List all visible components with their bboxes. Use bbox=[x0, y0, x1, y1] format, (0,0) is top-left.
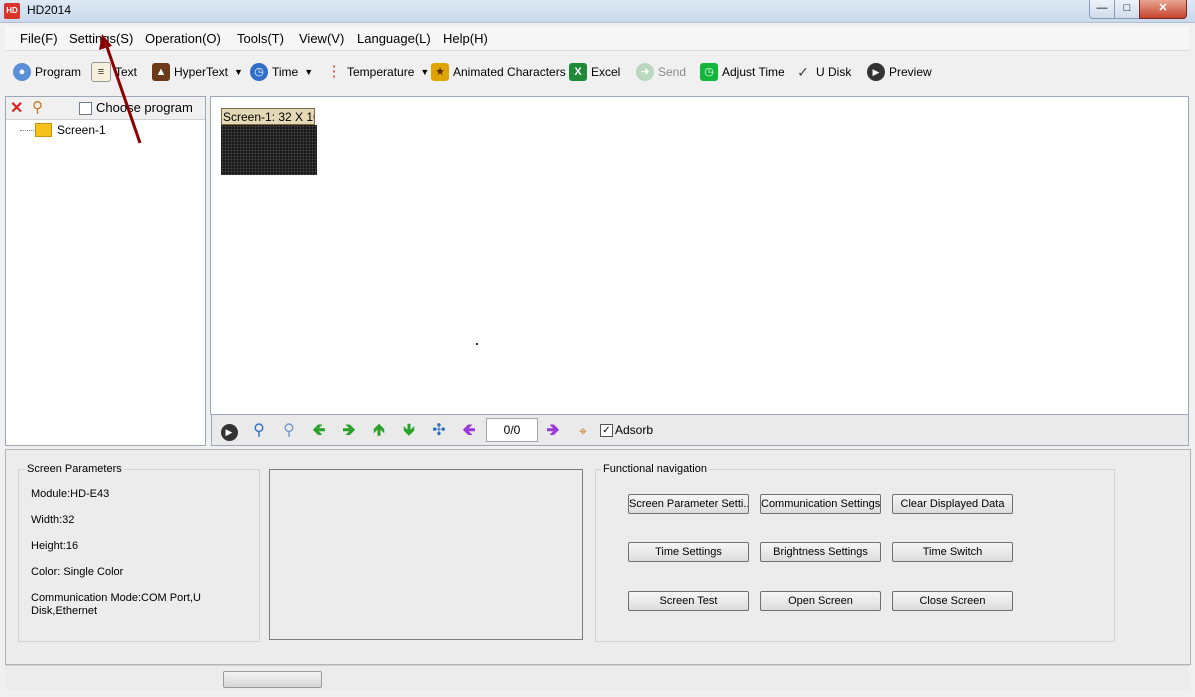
time-switch-button[interactable]: Time Switch bbox=[892, 542, 1013, 562]
window-title: HD2014 bbox=[27, 3, 72, 17]
arrow-up-icon[interactable]: 🡹 bbox=[368, 420, 390, 442]
program-label: Program bbox=[35, 65, 82, 79]
close-button[interactable]: ✕ bbox=[1139, 0, 1187, 19]
menu-operation[interactable]: Operation(O) bbox=[145, 31, 221, 46]
color-param: Color: Single Color bbox=[31, 566, 124, 578]
canvas-area[interactable] bbox=[210, 96, 1189, 415]
communication-settings-button[interactable]: Communication Settings bbox=[760, 494, 881, 514]
chevron-down-icon[interactable]: ▼ bbox=[420, 67, 429, 77]
previous-page-icon[interactable]: 🡸 bbox=[458, 420, 480, 442]
time-label: Time bbox=[272, 65, 299, 79]
animated-label: Animated Characters bbox=[453, 65, 566, 79]
temperature-label: Temperature bbox=[347, 65, 415, 79]
play-icon: ▶ bbox=[867, 63, 885, 81]
functional-navigation-title: Functional navigation bbox=[601, 463, 709, 475]
annotation-arrow bbox=[99, 34, 142, 144]
status-bar bbox=[5, 665, 1189, 690]
menu-help[interactable]: Help(H) bbox=[443, 31, 488, 46]
open-screen-button[interactable]: Open Screen bbox=[760, 591, 881, 611]
screen-test-button[interactable]: Screen Test bbox=[628, 591, 749, 611]
excel-icon: X bbox=[569, 63, 587, 81]
navigation-bar: ▶ ⚲ ⚲ 🡸 🡺 🡹 🡻 ✣ 🡸 0/0 🡺 ⌖ ✓ Adsorb bbox=[211, 414, 1189, 446]
menu-bar: File(F) Settings(S) Operation(O) Tools(T… bbox=[5, 26, 1189, 51]
program-icon: ● bbox=[13, 63, 31, 81]
adsorb-checkbox[interactable]: ✓ bbox=[600, 424, 613, 437]
arrow-down-icon[interactable]: 🡻 bbox=[398, 420, 420, 442]
play-icon[interactable]: ▶ bbox=[218, 420, 240, 442]
arrow-right-icon[interactable]: 🡺 bbox=[338, 420, 360, 442]
preview-label: Preview bbox=[889, 65, 932, 79]
adjust-time-icon: ◷ bbox=[700, 63, 718, 81]
page-counter: 0/0 bbox=[486, 418, 538, 442]
adjust-time-button[interactable]: ◷ Adjust Time bbox=[700, 63, 785, 81]
chevron-down-icon[interactable]: ▼ bbox=[304, 67, 313, 77]
menu-tools[interactable]: Tools(T) bbox=[237, 31, 284, 46]
width-param: Width:32 bbox=[31, 514, 75, 526]
communication-mode-param: Communication Mode:COM Port,U Disk,Ether… bbox=[31, 592, 201, 617]
send-button[interactable]: ➜ Send bbox=[636, 63, 686, 81]
screen-parameter-settings-button[interactable]: Screen Parameter Setti... bbox=[628, 494, 749, 514]
zoom-in-icon[interactable]: ⚲ bbox=[248, 420, 270, 442]
target-icon[interactable]: ⌖ bbox=[572, 420, 594, 442]
module-param: Module:HD-E43 bbox=[31, 488, 110, 500]
led-screen-preview[interactable] bbox=[221, 125, 317, 175]
preview-box bbox=[269, 469, 583, 640]
annotation-arrow-line bbox=[104, 43, 142, 144]
udisk-button[interactable]: ✓ U Disk bbox=[794, 63, 851, 81]
menu-language[interactable]: Language(L) bbox=[357, 31, 431, 46]
screen-icon bbox=[35, 123, 52, 137]
clear-displayed-data-button[interactable]: Clear Displayed Data bbox=[892, 494, 1013, 514]
arrow-left-icon[interactable]: 🡸 bbox=[308, 420, 330, 442]
minimize-button[interactable]: — bbox=[1089, 0, 1115, 19]
hypertext-button[interactable]: ▲ HyperText ▼ bbox=[152, 63, 243, 81]
udisk-label: U Disk bbox=[816, 65, 852, 79]
animated-characters-icon: ★ bbox=[431, 63, 449, 81]
horizontal-scrollbar[interactable] bbox=[223, 671, 322, 688]
tree-connector bbox=[20, 130, 34, 131]
move-icon[interactable]: ✣ bbox=[428, 420, 450, 442]
hypertext-icon: ▲ bbox=[152, 63, 170, 81]
chevron-down-icon[interactable]: ▼ bbox=[234, 67, 243, 77]
program-button[interactable]: ● Program bbox=[13, 63, 81, 81]
animated-characters-button[interactable]: ★ Animated Characters bbox=[431, 63, 566, 81]
time-settings-button[interactable]: Time Settings bbox=[628, 542, 749, 562]
temperature-button[interactable]: ⋮ Temperature ▼ bbox=[325, 63, 430, 81]
canvas-dot bbox=[476, 343, 478, 345]
excel-label: Excel bbox=[591, 65, 621, 79]
screen-parameters-title: Screen Parameters bbox=[25, 463, 124, 475]
send-label: Send bbox=[658, 65, 687, 79]
time-button[interactable]: ◷ Time ▼ bbox=[250, 63, 313, 81]
search-icon[interactable]: ⚲ bbox=[32, 98, 43, 116]
close-screen-button[interactable]: Close Screen bbox=[892, 591, 1013, 611]
send-icon: ➜ bbox=[636, 63, 654, 81]
screen-preview-label: Screen-1: 32 X 16 bbox=[221, 108, 315, 125]
zoom-out-icon[interactable]: ⚲ bbox=[278, 420, 300, 442]
hypertext-label: HyperText bbox=[174, 65, 229, 79]
maximize-button[interactable]: □ bbox=[1114, 0, 1140, 19]
adsorb-label: Adsorb bbox=[615, 423, 654, 437]
clock-icon: ◷ bbox=[250, 63, 268, 81]
thermometer-icon: ⋮ bbox=[326, 63, 342, 80]
app-icon: HD bbox=[4, 3, 20, 19]
preview-button[interactable]: ▶ Preview bbox=[867, 63, 932, 81]
excel-button[interactable]: X Excel bbox=[569, 63, 620, 81]
height-param: Height:16 bbox=[31, 540, 79, 552]
menu-file[interactable]: File(F) bbox=[20, 31, 58, 46]
delete-icon[interactable]: ✕ bbox=[10, 98, 23, 118]
annotation-arrow-head bbox=[99, 34, 112, 50]
brightness-settings-button[interactable]: Brightness Settings bbox=[760, 542, 881, 562]
menu-view[interactable]: View(V) bbox=[299, 31, 344, 46]
next-page-icon[interactable]: 🡺 bbox=[542, 420, 564, 442]
title-bar: HD HD2014 — □ ✕ bbox=[0, 0, 1195, 23]
adjust-time-label: Adjust Time bbox=[722, 65, 785, 79]
toolbar: ● Program ≡ Text ▲ HyperText ▼ ◷ Time ▼ … bbox=[5, 54, 1189, 90]
usb-icon: ✓ bbox=[797, 64, 809, 80]
bottom-panel: Screen Parameters Module:HD-E43 Width:32… bbox=[5, 449, 1191, 665]
